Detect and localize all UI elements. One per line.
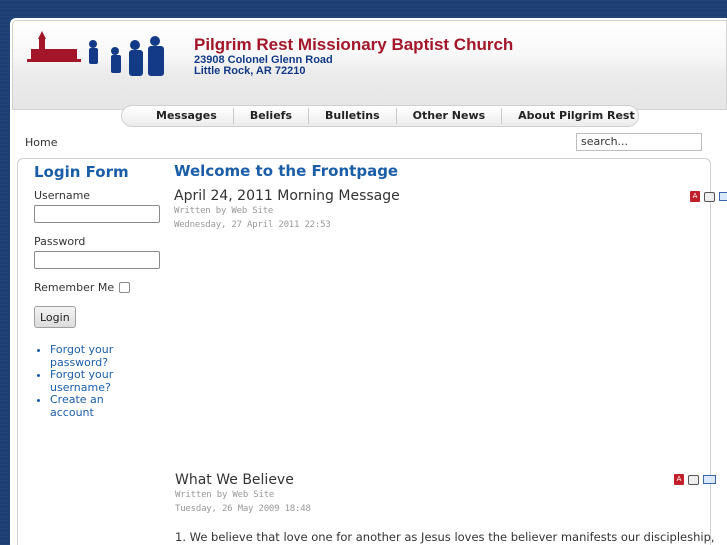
article-date-1: Wednesday, 27 April 2011 22:53	[174, 220, 331, 230]
nav-messages[interactable]: Messages	[140, 108, 233, 124]
print-icon[interactable]	[704, 192, 715, 202]
pdf-icon[interactable]: A	[674, 474, 684, 485]
main-nav: Messages Beliefs Bulletins Other News Ab…	[121, 105, 639, 127]
page-title: Welcome to the Frontpage	[174, 162, 399, 180]
article-2-icons: A	[674, 474, 716, 485]
password-label: Password	[34, 235, 86, 248]
article-2: What We Believe Written by Web Site Tues…	[175, 472, 715, 544]
login-title: Login Form	[34, 163, 129, 181]
remember-checkbox[interactable]	[119, 282, 131, 293]
remember-label: Remember Me	[34, 281, 115, 294]
forgot-password-link[interactable]: Forgot your password?	[50, 343, 130, 369]
email-icon[interactable]	[703, 475, 716, 484]
nav-other-news[interactable]: Other News	[395, 108, 502, 124]
nav-beliefs[interactable]: Beliefs	[232, 108, 308, 124]
password-field[interactable]	[34, 251, 160, 269]
church-logo	[27, 31, 164, 76]
username-label: Username	[34, 189, 91, 202]
site-header: Pilgrim Rest Missionary Baptist Church 2…	[12, 20, 727, 127]
login-button[interactable]: Login	[34, 306, 76, 328]
address-line-2: Little Rock, AR 72210	[194, 65, 306, 77]
forgot-username-link[interactable]: Forgot your username?	[50, 368, 130, 394]
breadcrumb[interactable]: Home	[25, 136, 57, 149]
nav-about[interactable]: About Pilgrim Rest	[501, 108, 651, 124]
article-body-2: 1. We believe that love one for another …	[175, 530, 715, 544]
login-module: Login Form Username Password Remember Me…	[34, 163, 174, 419]
site-title: Pilgrim Rest Missionary Baptist Church	[194, 35, 514, 54]
main-content: Welcome to the Frontpage April 24, 2011 …	[174, 162, 714, 232]
article-1-icons: A	[690, 191, 727, 202]
create-account-link[interactable]: Create an account	[50, 393, 130, 419]
login-links: Forgot your password? Forgot your userna…	[50, 343, 174, 419]
nav-bulletins[interactable]: Bulletins	[308, 108, 396, 124]
article-author-1: Written by Web Site	[174, 206, 274, 216]
print-icon[interactable]	[688, 475, 699, 485]
article-title-2[interactable]: What We Believe	[175, 472, 715, 488]
article-date-2: Tuesday, 26 May 2009 18:48	[175, 504, 311, 514]
search-input[interactable]: search...	[576, 133, 702, 151]
article-title-1[interactable]: April 24, 2011 Morning Message	[174, 188, 714, 204]
email-icon[interactable]	[719, 192, 727, 201]
remember-row: Remember Me	[34, 281, 174, 294]
pdf-icon[interactable]: A	[690, 191, 700, 202]
username-field[interactable]	[34, 205, 160, 223]
article-author-2: Written by Web Site	[175, 490, 275, 500]
